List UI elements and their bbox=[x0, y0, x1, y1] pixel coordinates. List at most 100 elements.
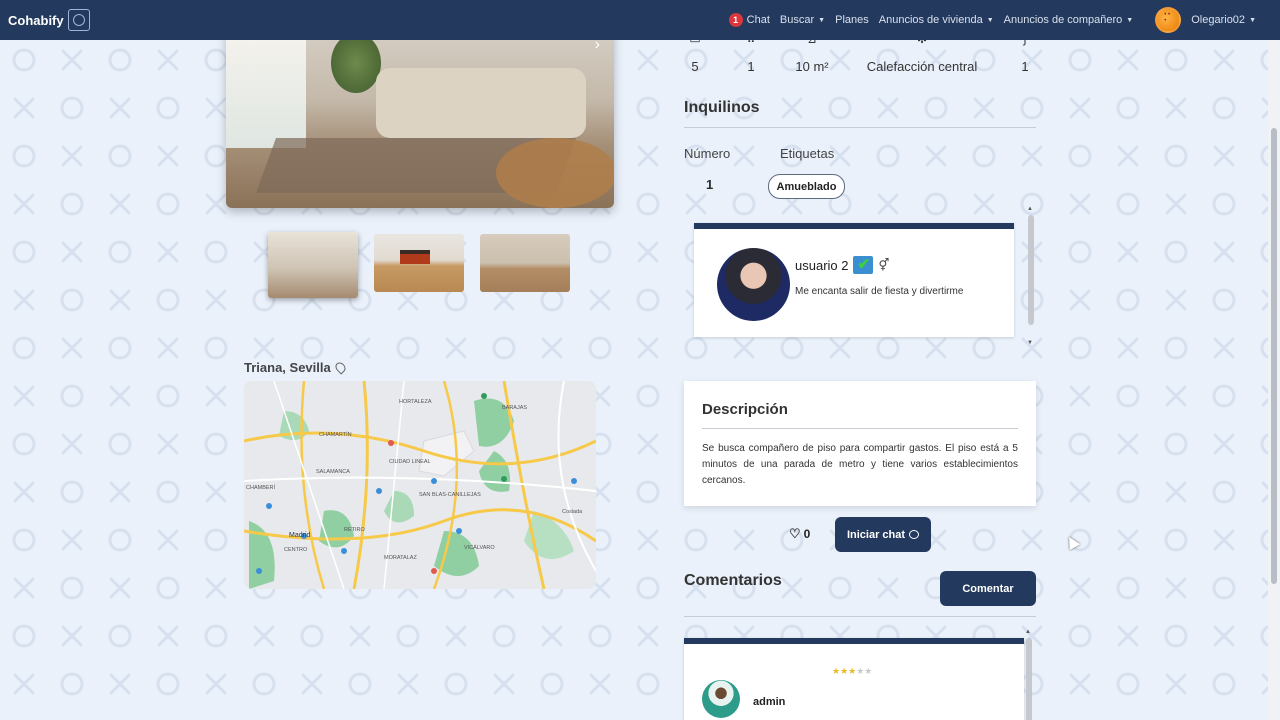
feature-bathrooms-value: 1 bbox=[747, 59, 755, 74]
nav-anuncios-companero-label: Anuncios de compañero bbox=[1003, 14, 1123, 26]
nav-chat[interactable]: 1 Chat bbox=[728, 13, 770, 27]
start-chat-button[interactable]: Iniciar chat bbox=[835, 517, 931, 552]
tenants-number-label: Número bbox=[684, 146, 731, 161]
photo-window bbox=[226, 28, 306, 148]
map-label-salamanca: SALAMANCA bbox=[316, 469, 350, 475]
thumbnail-3[interactable] bbox=[480, 234, 570, 292]
main-photo-carousel[interactable]: › bbox=[226, 28, 614, 208]
brand[interactable]: Cohabify bbox=[8, 9, 90, 31]
comment-user[interactable]: admin bbox=[753, 696, 785, 708]
scroll-up-icon[interactable]: ▲ bbox=[1027, 206, 1033, 212]
thumbnail-2[interactable] bbox=[374, 234, 464, 292]
map-label-san-blas: SAN BLAS-CANILLEJAS bbox=[419, 492, 481, 498]
description-card: Descripción Se busca compañero de piso p… bbox=[684, 381, 1036, 506]
tenants-tags-label: Etiquetas bbox=[780, 146, 835, 161]
chat-bubble-icon bbox=[909, 530, 920, 539]
tenant-name[interactable]: usuario 2 bbox=[795, 258, 848, 273]
avatar[interactable] bbox=[702, 680, 740, 718]
scroll-down-icon[interactable]: ▼ bbox=[1027, 340, 1033, 346]
nav-anuncios-companero-dropdown[interactable]: Anuncios de compañero ▼ bbox=[1004, 14, 1134, 26]
nav-buscar-label: Buscar bbox=[779, 14, 815, 26]
scrollbar-thumb[interactable] bbox=[1026, 638, 1032, 720]
nav-buscar-dropdown[interactable]: Buscar ▼ bbox=[780, 14, 825, 26]
nav-anuncios-vivienda-label: Anuncios de vivienda bbox=[878, 14, 983, 26]
brand-logo-icon bbox=[67, 9, 90, 31]
feature-heating: ✻ Calefacción central bbox=[864, 33, 980, 74]
avatar[interactable] bbox=[717, 248, 790, 321]
thumbnail-1[interactable] bbox=[268, 232, 358, 298]
features-row: ▭ 5 ⠿ 1 ⊿ 10 m² ✻ Calefacción central ʃ … bbox=[684, 33, 1036, 74]
gender-icon: ⚥ bbox=[878, 258, 890, 272]
mouse-cursor bbox=[1063, 533, 1081, 551]
tenant-card[interactable]: usuario 2 ⚥ Me encanta salir de fiesta y… bbox=[694, 223, 1014, 337]
tag-pill: Amueblado bbox=[768, 174, 845, 199]
divider bbox=[702, 428, 1018, 429]
map-label-coslada: Coslada bbox=[562, 509, 583, 515]
map-label-chamartin: CHAMARTÍN bbox=[319, 431, 352, 438]
comments-title: Comentarios bbox=[684, 572, 782, 589]
map-pin-icon bbox=[333, 360, 348, 375]
comment-list[interactable]: ★★★★★ admin ▲ bbox=[684, 629, 1036, 720]
map-label-hortaleza: HORTALEZA bbox=[399, 399, 432, 405]
like-count: 0 bbox=[803, 527, 811, 541]
nav-links: 1 Chat Buscar ▼ Planes Anuncios de vivie… bbox=[728, 7, 1256, 33]
feature-tap-value: 1 bbox=[1021, 59, 1029, 74]
feature-tap: ʃ 1 bbox=[1014, 33, 1036, 74]
map-label-centro: CENTRO bbox=[284, 547, 308, 553]
feature-area: ⊿ 10 m² bbox=[792, 33, 832, 74]
map-label-madrid: Madrid bbox=[289, 532, 311, 539]
tenants-number: 1 bbox=[706, 177, 714, 192]
location-label: Triana, Sevilla bbox=[244, 360, 348, 375]
page-scrollbar[interactable] bbox=[1268, 40, 1280, 720]
description-text: Se busca compañero de piso para comparti… bbox=[702, 443, 1018, 486]
nav-chat-label: Chat bbox=[746, 14, 770, 26]
feature-bedrooms: ▭ 5 bbox=[684, 33, 706, 74]
brand-name: Cohabify bbox=[8, 12, 64, 28]
page-content: › Triana, Sevilla HORTALEZA CHAMARTÍN BA… bbox=[0, 0, 1280, 720]
comment-list-scrollbar[interactable]: ▲ bbox=[1024, 629, 1034, 720]
like-button[interactable]: ♡ 0 bbox=[789, 526, 810, 542]
map-label-ciudad-lineal: CIUDAD LINEAL bbox=[389, 459, 431, 465]
navbar: Cohabify 1 Chat Buscar ▼ Planes Anuncios… bbox=[0, 0, 1280, 40]
photo-table bbox=[496, 138, 614, 208]
feature-heating-value: Calefacción central bbox=[866, 59, 978, 74]
star-rating: ★★★★★ bbox=[832, 666, 872, 677]
scroll-up-icon[interactable]: ▲ bbox=[1025, 629, 1031, 635]
nav-anuncios-vivienda-dropdown[interactable]: Anuncios de vivienda ▼ bbox=[879, 14, 994, 26]
feature-bedrooms-value: 5 bbox=[691, 59, 699, 74]
comment-button[interactable]: Comentar bbox=[940, 571, 1036, 606]
nav-planes-label: Planes bbox=[835, 14, 869, 26]
comment-card: ★★★★★ admin bbox=[684, 638, 1024, 720]
map-label-vicalvaro: VICÁLVARO bbox=[464, 544, 495, 551]
feature-bathrooms: ⠿ 1 bbox=[740, 33, 762, 74]
thumbnail-strip bbox=[268, 232, 570, 300]
feature-area-value: 10 m² bbox=[795, 59, 829, 74]
chevron-down-icon: ▼ bbox=[986, 16, 994, 24]
photo-sofa bbox=[376, 68, 586, 138]
star-empty-icon: ★★ bbox=[856, 666, 873, 676]
chat-badge: 1 bbox=[728, 13, 743, 27]
nav-user-label: Olegario02 bbox=[1191, 14, 1246, 26]
nav-planes[interactable]: Planes bbox=[835, 14, 869, 26]
tenant-name-row: usuario 2 ⚥ bbox=[795, 255, 890, 274]
tenant-list[interactable]: usuario 2 ⚥ Me encanta salir de fiesta y… bbox=[694, 206, 1036, 346]
map-label-barajas: BARAJAS bbox=[502, 405, 527, 411]
tenant-list-scrollbar[interactable]: ▲ ▼ bbox=[1026, 206, 1036, 346]
map-label-moratalaz: MORATALAZ bbox=[384, 555, 417, 561]
map-label-chamberi: CHAMBERÍ bbox=[246, 484, 276, 491]
fireplace bbox=[400, 250, 430, 264]
divider bbox=[684, 616, 1036, 617]
tenants-title: Inquilinos bbox=[684, 99, 760, 116]
verified-icon bbox=[853, 255, 874, 274]
location-text: Triana, Sevilla bbox=[244, 360, 331, 375]
divider bbox=[684, 127, 1036, 128]
photo-plant bbox=[331, 33, 381, 93]
description-title: Descripción bbox=[702, 401, 788, 418]
page-scrollbar-thumb[interactable] bbox=[1271, 128, 1277, 584]
chevron-down-icon: ▼ bbox=[1126, 16, 1134, 24]
user-avatar[interactable] bbox=[1155, 7, 1182, 33]
nav-user-dropdown[interactable]: Olegario02 ▼ bbox=[1191, 14, 1256, 26]
map[interactable]: HORTALEZA CHAMARTÍN BARAJAS CIUDAD LINEA… bbox=[244, 381, 596, 589]
tenant-bio: Me encanta salir de fiesta y divertirme bbox=[795, 286, 964, 297]
scrollbar-thumb[interactable] bbox=[1028, 215, 1034, 325]
